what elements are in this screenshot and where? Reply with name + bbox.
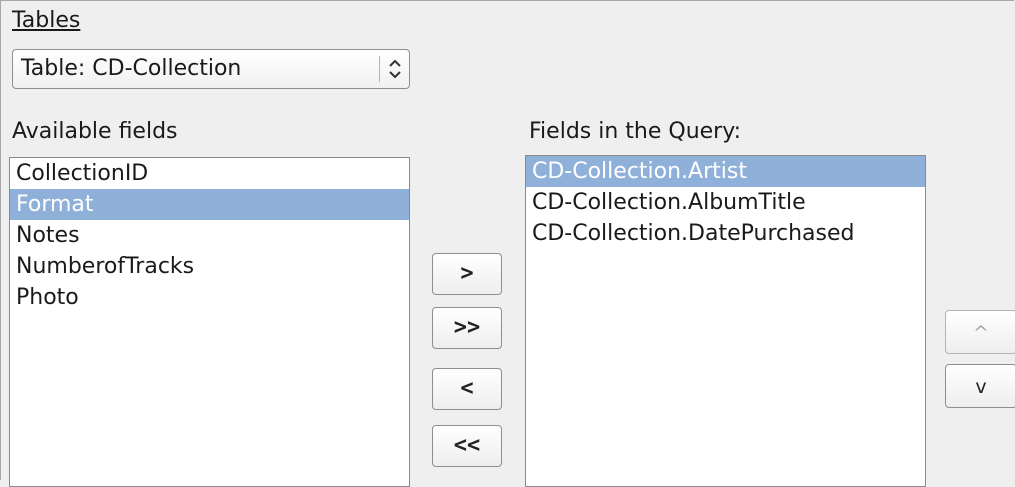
add-field-button[interactable]: >	[432, 253, 502, 295]
updown-chevron-icon	[389, 59, 401, 79]
combo-separator	[379, 56, 380, 82]
available-field-item[interactable]: Photo	[10, 282, 409, 313]
query-fields-list[interactable]: CD-Collection.Artist CD-Collection.AlbumT…	[525, 155, 926, 487]
table-select[interactable]: Table: CD-Collection	[12, 49, 410, 89]
query-field-item[interactable]: CD-Collection.Artist	[526, 156, 925, 187]
tables-mnemonic: Tables	[12, 8, 81, 33]
remove-all-fields-button[interactable]: <<	[432, 425, 502, 467]
available-fields-label: Available fields	[12, 119, 178, 144]
table-select-value: Table: CD-Collection	[21, 56, 242, 81]
available-field-item[interactable]: Format	[10, 189, 409, 220]
tables-label: Tables	[12, 8, 80, 34]
available-field-item[interactable]: Notes	[10, 220, 409, 251]
query-field-item[interactable]: CD-Collection.AlbumTitle	[526, 187, 925, 218]
query-fields-label: Fields in the Query:	[529, 119, 742, 144]
available-field-item[interactable]: CollectionID	[10, 158, 409, 189]
available-fields-list[interactable]: CollectionID Format Notes NumberofTracks Pho…	[9, 157, 410, 487]
add-all-fields-button[interactable]: >>	[432, 307, 502, 349]
available-field-item[interactable]: NumberofTracks	[10, 251, 409, 282]
move-down-button[interactable]: v	[945, 364, 1015, 408]
query-field-item[interactable]: CD-Collection.DatePurchased	[526, 218, 925, 249]
remove-field-button[interactable]: <	[432, 368, 502, 410]
move-up-button[interactable]: ^	[945, 310, 1015, 354]
